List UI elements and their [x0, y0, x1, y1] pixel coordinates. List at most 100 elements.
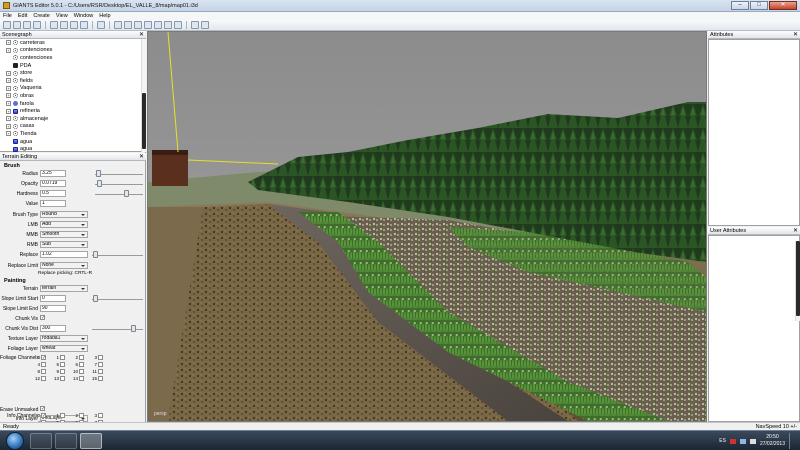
channel-checkbox[interactable] [79, 376, 84, 381]
channel-checkbox[interactable] [79, 355, 84, 360]
channel-checkbox[interactable] [98, 369, 103, 374]
replace-limit-select[interactable]: None [40, 262, 88, 269]
brush-type-select[interactable]: Round [40, 211, 88, 218]
channel-checkbox[interactable] [98, 355, 103, 360]
volume-icon[interactable] [749, 438, 756, 444]
expand-icon[interactable]: + [6, 101, 11, 107]
tree-item[interactable]: + Tienda [0, 130, 146, 138]
expand-icon[interactable]: + [6, 131, 11, 137]
expand-icon[interactable]: + [6, 47, 11, 53]
flag-icon[interactable] [729, 438, 736, 444]
tree-item[interactable]: + Vaqueria [0, 85, 146, 93]
tree-item[interactable]: + farola [0, 100, 146, 108]
viewport-scene[interactable]: persp [148, 31, 706, 421]
slope-start-slider[interactable] [93, 295, 98, 302]
lmb-select[interactable]: Add [40, 221, 88, 228]
show-desktop-button[interactable] [789, 433, 794, 449]
clock[interactable]: 20:50 27/02/2013 [760, 434, 785, 448]
paint-terrain-select[interactable]: terrain [40, 285, 88, 292]
menu-view[interactable]: View [56, 13, 68, 19]
copy-icon[interactable] [80, 21, 88, 29]
save-all-icon[interactable] [33, 21, 41, 29]
scenegraph-tree[interactable]: + carreteras + contenciones contenciones PDA +… [0, 39, 146, 152]
menu-window[interactable]: Window [74, 13, 94, 19]
erase-unmasked-checkbox[interactable]: ✓ [40, 406, 45, 412]
tree-item[interactable]: + store [0, 69, 146, 77]
user-attributes-content[interactable] [708, 235, 800, 422]
redo-icon[interactable] [60, 21, 68, 29]
close-button[interactable]: ✕ [769, 1, 797, 10]
channel-checkbox[interactable] [79, 369, 84, 374]
hardness-input[interactable]: 0.5 [40, 190, 66, 197]
new-file-icon[interactable] [3, 21, 11, 29]
play-icon[interactable] [97, 21, 105, 29]
scrollbar-thumb[interactable] [142, 93, 146, 149]
channel-checkbox[interactable]: ✓ [41, 355, 46, 361]
scrollbar-thumb[interactable] [796, 241, 800, 316]
tree-item[interactable]: PDA [0, 62, 146, 70]
mmb-select[interactable]: Smooth [40, 231, 88, 238]
replace-input[interactable]: 1.02 [40, 251, 88, 258]
channel-checkbox[interactable] [60, 362, 65, 367]
radius-slider[interactable] [96, 170, 101, 177]
menu-edit[interactable]: Edit [18, 13, 27, 19]
expand-icon[interactable]: + [6, 85, 11, 91]
radius-input[interactable]: 3.25 [40, 170, 66, 177]
tree-item[interactable]: + refineria [0, 107, 146, 115]
tree-item[interactable]: agua [0, 138, 146, 146]
user-attributes-scrollbar[interactable] [795, 241, 800, 321]
close-icon[interactable]: ✕ [139, 32, 144, 38]
channel-checkbox[interactable]: ✓ [41, 413, 46, 419]
expand-icon[interactable]: + [6, 40, 11, 46]
expand-icon[interactable]: + [6, 116, 11, 122]
menu-create[interactable]: Create [33, 13, 50, 19]
menu-help[interactable]: Help [99, 13, 110, 19]
network-icon[interactable] [739, 438, 746, 444]
close-icon[interactable]: ✕ [793, 228, 798, 234]
attributes-content[interactable] [708, 39, 800, 226]
taskbar-folder-icon[interactable] [55, 433, 77, 449]
maximize-button[interactable]: □ [750, 1, 768, 10]
foliage-layer-select[interactable]: wheat [40, 345, 88, 352]
tree-item[interactable]: contenciones [0, 54, 146, 62]
slope-limit-start-input[interactable]: 0 [40, 295, 66, 302]
texture-layer-select[interactable]: rodada1 [40, 335, 88, 342]
start-button[interactable] [6, 432, 24, 450]
taskbar-app-explorer-icon[interactable] [30, 433, 52, 449]
3d-viewport[interactable]: persp [147, 31, 707, 422]
tree-item[interactable]: + almacenaje [0, 115, 146, 123]
cut-icon[interactable] [70, 21, 78, 29]
foliage-paint-icon[interactable] [174, 21, 182, 29]
channel-checkbox[interactable] [98, 376, 103, 381]
grid-icon[interactable] [191, 21, 199, 29]
chunk-vis-dist-input[interactable]: 300 [40, 325, 66, 332]
tree-item[interactable]: + contenciones [0, 47, 146, 55]
channel-checkbox[interactable] [41, 369, 46, 374]
tree-item[interactable]: + casas [0, 123, 146, 131]
channel-checkbox[interactable] [41, 376, 46, 381]
terrain-sculpt-icon[interactable] [154, 21, 162, 29]
menu-file[interactable]: File [3, 13, 12, 19]
chunk-vis-slider[interactable] [131, 325, 136, 332]
replace-slider[interactable] [93, 251, 98, 258]
channel-checkbox[interactable] [41, 362, 46, 367]
tree-item[interactable]: agua [0, 145, 146, 153]
move-icon[interactable] [124, 21, 132, 29]
close-icon[interactable]: ✕ [793, 32, 798, 38]
channel-checkbox[interactable] [79, 413, 84, 418]
open-file-icon[interactable] [13, 21, 21, 29]
channel-checkbox[interactable] [60, 376, 65, 381]
channel-checkbox[interactable] [98, 362, 103, 367]
channel-checkbox[interactable] [60, 369, 65, 374]
minimize-button[interactable]: – [731, 1, 749, 10]
select-icon[interactable] [114, 21, 122, 29]
expand-icon[interactable]: + [6, 78, 11, 84]
expand-icon[interactable]: + [6, 70, 11, 76]
undo-icon[interactable] [50, 21, 58, 29]
opacity-slider[interactable] [97, 180, 102, 187]
language-indicator[interactable]: ES [719, 438, 726, 444]
expand-icon[interactable]: + [6, 108, 11, 114]
save-icon[interactable] [23, 21, 31, 29]
tree-item[interactable]: + carreteras [0, 39, 146, 47]
channel-checkbox[interactable] [98, 413, 103, 418]
